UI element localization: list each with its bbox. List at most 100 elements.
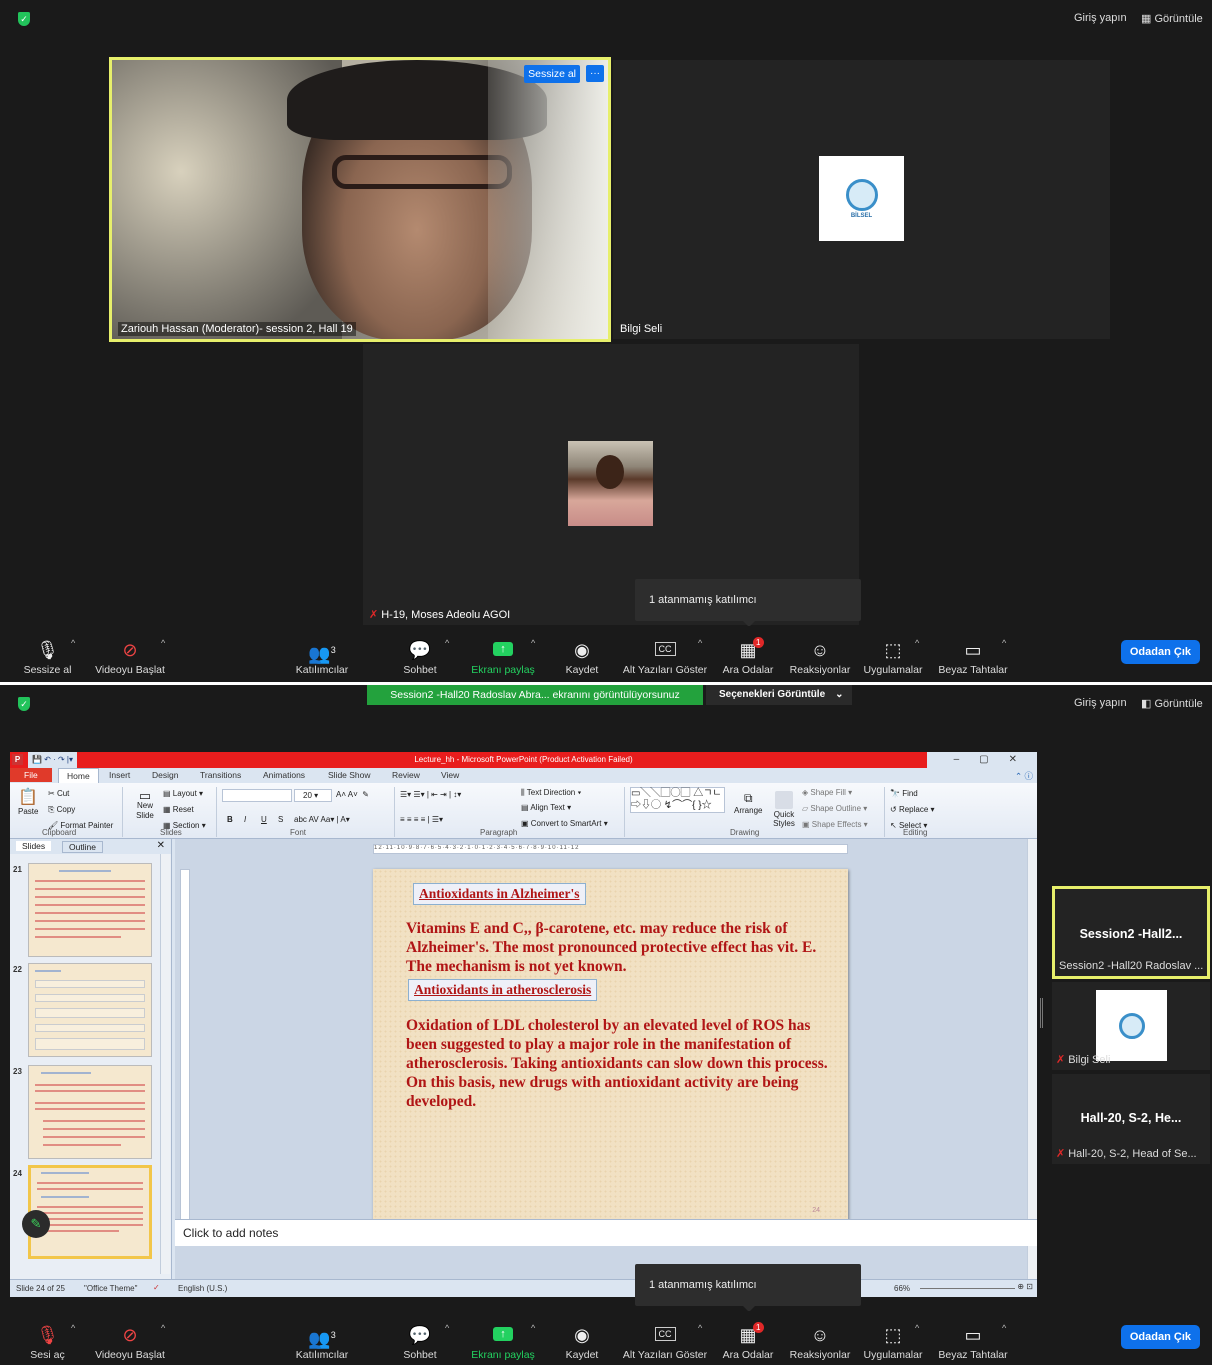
- font-grow-shrink-buttons[interactable]: A˄ A˅ ✎: [336, 790, 369, 799]
- ppt-tab-slideshow[interactable]: Slide Show: [328, 770, 371, 780]
- apps-button[interactable]: ⬚ Uygulamalar: [862, 626, 924, 682]
- convert-smartart-button[interactable]: ▣ Convert to SmartArt ▾: [521, 819, 608, 828]
- pen-tool-button[interactable]: ✎: [22, 1210, 50, 1238]
- breakout-rooms-button[interactable]: ▦ 1 Ara Odalar: [720, 1311, 776, 1365]
- help-icon[interactable]: ⌃ ⓘ: [1015, 770, 1033, 782]
- ppt-tab-design[interactable]: Design: [152, 770, 178, 780]
- captions-options-chevron-icon[interactable]: ^: [698, 638, 702, 648]
- share-screen-button[interactable]: ↑ Ekranı paylaş: [470, 1311, 536, 1365]
- ppt-window-controls[interactable]: –▢✕: [927, 752, 1037, 768]
- strikethrough-button[interactable]: S: [278, 815, 283, 824]
- audio-options-chevron-icon[interactable]: ^: [71, 1323, 75, 1333]
- ppt-tab-insert[interactable]: Insert: [109, 770, 130, 780]
- whiteboard-options-chevron-icon[interactable]: ^: [1002, 638, 1006, 648]
- reactions-button[interactable]: ☺ Reaksiyonlar: [788, 626, 852, 682]
- whiteboard-options-chevron-icon[interactable]: ^: [1002, 1323, 1006, 1333]
- unmute-button[interactable]: 🎙 Sesi aç: [20, 1311, 75, 1365]
- record-button[interactable]: ◉ Kaydet: [562, 1311, 602, 1365]
- video-options-chevron-icon[interactable]: ^: [161, 1323, 165, 1333]
- apps-button[interactable]: ⬚ Uygulamalar: [862, 1311, 924, 1365]
- slide-thumbnail-23[interactable]: [28, 1065, 152, 1159]
- list-buttons[interactable]: ☰▾ ☰▾ | ⇤ ⇥ | ↕▾: [400, 790, 461, 799]
- video-options-chevron-icon[interactable]: ^: [161, 638, 165, 648]
- ppt-quick-access-icons[interactable]: 💾 ↶ · ↷ |▾: [28, 752, 78, 768]
- ppt-tab-file[interactable]: File: [10, 768, 52, 782]
- slide-heading-atherosclerosis[interactable]: Antioxidants in atherosclerosis: [408, 979, 598, 1001]
- share-options-chevron-icon[interactable]: ^: [531, 1323, 535, 1333]
- replace-button[interactable]: ↺ Replace ▾: [890, 805, 935, 814]
- breakout-rooms-button[interactable]: ▦ 1 Ara Odalar: [720, 626, 776, 682]
- italic-button[interactable]: I: [244, 815, 246, 824]
- side-tile-hall20-head[interactable]: Hall-20, S-2, He... ✗ Hall-20, S-2, Head …: [1052, 1074, 1210, 1164]
- leave-meeting-button[interactable]: Odadan Çık: [1120, 640, 1200, 664]
- start-video-button[interactable]: ⊘ Videoyu Başlat: [92, 626, 168, 682]
- zoom-slider[interactable]: [920, 1288, 1015, 1289]
- slide-heading-alzheimers[interactable]: Antioxidants in Alzheimer's: [413, 883, 586, 905]
- chat-button[interactable]: 💬 Sohbet: [400, 626, 440, 682]
- captions-options-chevron-icon[interactable]: ^: [698, 1323, 702, 1333]
- text-direction-button[interactable]: ⫼ Text Direction ▾: [521, 788, 581, 798]
- mute-button[interactable]: 🎙 Sessize al: [20, 626, 75, 682]
- bold-button[interactable]: B: [227, 815, 233, 824]
- view-button[interactable]: ◧ Görüntüle: [1141, 697, 1203, 710]
- leave-meeting-button[interactable]: Odadan Çık: [1120, 1325, 1200, 1349]
- underline-button[interactable]: U: [261, 815, 267, 824]
- sign-in-link[interactable]: Giriş yapın: [1074, 12, 1127, 24]
- arrange-button[interactable]: ⧉ Arrange: [734, 791, 762, 815]
- find-button[interactable]: 🔭 Find: [890, 789, 918, 798]
- captions-button[interactable]: CC Alt Yazıları Göster: [622, 1311, 708, 1365]
- slides-pane-scrollbar[interactable]: [160, 854, 170, 1274]
- record-button[interactable]: ◉ Kaydet: [562, 626, 602, 682]
- captions-button[interactable]: CC Alt Yazıları Göster: [622, 626, 708, 682]
- encryption-shield-icon[interactable]: ✓: [18, 12, 30, 26]
- align-text-button[interactable]: ▤ Align Text ▾: [521, 803, 571, 812]
- mute-participant-button[interactable]: Sessize al: [524, 65, 580, 83]
- slide-thumbnail-24-selected[interactable]: [28, 1165, 152, 1259]
- shapes-gallery[interactable]: ▭╲╲▢◯▢ △ㄱㄴ⇨⇩◯ ↯⌒⌒{ }☆: [630, 787, 725, 813]
- fit-slide-icon[interactable]: ⊕ ⊡: [1017, 1282, 1033, 1291]
- filmstrip-resize-handle[interactable]: [1040, 998, 1043, 1028]
- copy-button[interactable]: ⎘ Copy: [48, 805, 75, 815]
- side-tile-bilgi-seli[interactable]: ✗ Bilgi Seli: [1052, 982, 1210, 1070]
- paste-button[interactable]: 📋 Paste: [18, 787, 38, 816]
- share-screen-button[interactable]: ↑ Ekranı paylaş: [470, 626, 536, 682]
- font-name-combo[interactable]: [222, 789, 292, 802]
- view-button[interactable]: ▦ Görüntüle: [1141, 12, 1203, 25]
- spellcheck-icon[interactable]: ✓: [153, 1283, 160, 1292]
- shape-effects-button[interactable]: ▣ Shape Effects ▾: [802, 820, 868, 829]
- cut-button[interactable]: ✂ Cut: [48, 789, 69, 798]
- apps-options-chevron-icon[interactable]: ^: [915, 1323, 919, 1333]
- new-slide-button[interactable]: ▭ New Slide: [130, 789, 160, 821]
- ppt-tab-home[interactable]: Home: [58, 768, 99, 783]
- close-pane-icon[interactable]: ✕: [157, 840, 165, 851]
- ppt-tab-review[interactable]: Review: [392, 770, 420, 780]
- shape-outline-button[interactable]: ▱ Shape Outline ▾: [802, 804, 867, 813]
- slide-editor-scrollbar[interactable]: [1027, 839, 1037, 1279]
- share-options-chevron-icon[interactable]: ^: [531, 638, 535, 648]
- side-tile-session2-presenter[interactable]: Session2 -Hall2... Session2 -Hall20 Rado…: [1052, 886, 1210, 979]
- encryption-shield-icon[interactable]: ✓: [18, 697, 30, 711]
- chat-options-chevron-icon[interactable]: ^: [445, 638, 449, 648]
- participants-button[interactable]: 👥3 Katılımcılar: [292, 626, 352, 682]
- chat-options-chevron-icon[interactable]: ^: [445, 1323, 449, 1333]
- slide-paragraph-atherosclerosis[interactable]: Oxidation of LDL cholesterol by an eleva…: [406, 1016, 838, 1111]
- reset-button[interactable]: ▦ Reset: [163, 805, 194, 814]
- chat-button[interactable]: 💬 Sohbet: [400, 1311, 440, 1365]
- apps-options-chevron-icon[interactable]: ^: [915, 638, 919, 648]
- ppt-tab-view[interactable]: View: [441, 770, 459, 780]
- align-buttons[interactable]: ≡ ≡ ≡ ≡ | ☰▾: [400, 815, 443, 824]
- start-video-button[interactable]: ⊘ Videoyu Başlat: [92, 1311, 168, 1365]
- slides-tab[interactable]: Slides: [16, 841, 52, 851]
- ppt-tab-transitions[interactable]: Transitions: [200, 770, 241, 780]
- slide-paragraph-alzheimers[interactable]: Vitamins E and C,, β-carotene, etc. may …: [406, 919, 838, 976]
- slide-thumbnail-21[interactable]: [28, 863, 152, 957]
- whiteboards-button[interactable]: ▭ Beyaz Tahtalar: [937, 626, 1009, 682]
- reactions-button[interactable]: ☺ Reaksiyonlar: [788, 1311, 852, 1365]
- video-tile-moderator[interactable]: Sessize al ··· Zariouh Hassan (Moderator…: [109, 57, 611, 342]
- quick-styles-button[interactable]: Quick Styles: [770, 791, 798, 828]
- slide-thumbnail-22[interactable]: [28, 963, 152, 1057]
- zoom-level[interactable]: 66%: [894, 1284, 910, 1293]
- more-options-button[interactable]: ···: [586, 65, 604, 82]
- sign-in-link[interactable]: Giriş yapın: [1074, 697, 1127, 709]
- font-format-icons[interactable]: abc AV Aa▾ | A▾: [294, 815, 350, 824]
